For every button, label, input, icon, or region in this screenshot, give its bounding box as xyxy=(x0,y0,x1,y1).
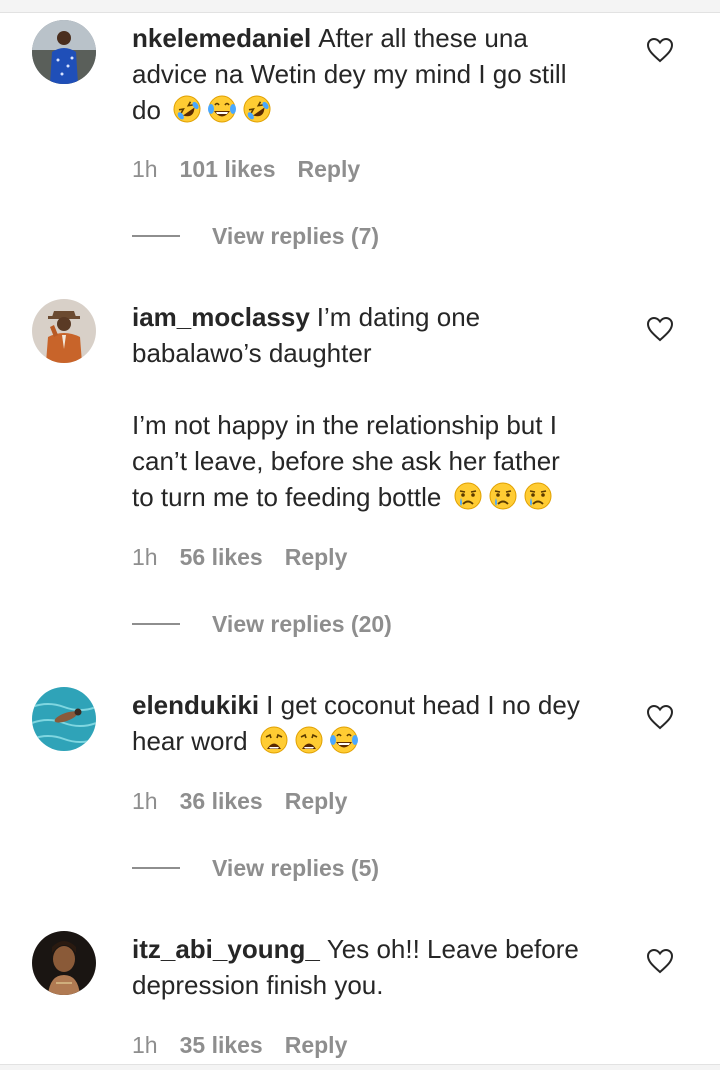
reply-button[interactable]: Reply xyxy=(285,543,348,571)
replies-divider xyxy=(132,235,180,237)
likes-count[interactable]: 36 likes xyxy=(180,787,263,815)
comment-line: to turn me to feeding bottle xyxy=(132,482,442,512)
view-replies-button[interactable]: View replies (5) xyxy=(132,854,379,882)
likes-count[interactable]: 101 likes xyxy=(180,155,276,183)
view-replies-label[interactable]: View replies (20) xyxy=(212,611,392,637)
comment-line: can’t leave, before she ask her father xyxy=(132,446,560,476)
likes-count[interactable]: 35 likes xyxy=(180,1031,263,1059)
face-with-tears-of-joy-icon xyxy=(328,725,360,755)
rolling-on-floor-laughing-icon xyxy=(171,94,203,124)
comment-line: I’m dating one xyxy=(316,302,481,332)
comment-text: iam_moclassy I’m dating one babalawo’s da… xyxy=(132,299,622,515)
bottom-scroll-edge xyxy=(0,1064,720,1070)
timestamp: 1h xyxy=(132,788,158,814)
crying-face-icon xyxy=(487,481,519,511)
crying-face-icon xyxy=(522,481,554,511)
comment-meta: 1h 36 likes Reply xyxy=(132,787,369,815)
weary-face-icon xyxy=(293,725,325,755)
comment-line: I’m not happy in the relationship but I xyxy=(132,410,557,440)
avatar[interactable] xyxy=(32,931,96,995)
avatar[interactable] xyxy=(32,687,96,751)
comment-line: babalawo’s daughter xyxy=(132,338,372,368)
like-heart-icon[interactable] xyxy=(646,948,674,974)
avatar[interactable] xyxy=(32,20,96,84)
comment-text: nkelemedaniel After all these una advice … xyxy=(132,20,622,128)
comment-meta: 1h 56 likes Reply xyxy=(132,543,369,571)
top-scroll-edge xyxy=(0,0,720,13)
like-heart-icon[interactable] xyxy=(646,316,674,342)
reply-button[interactable]: Reply xyxy=(285,1031,348,1059)
comment-line: hear word xyxy=(132,726,248,756)
comment-line: depression finish you. xyxy=(132,970,384,1000)
comment-line: Yes oh!! Leave before xyxy=(326,934,579,964)
comment-line: After all these una xyxy=(318,23,528,53)
timestamp: 1h xyxy=(132,544,158,570)
view-replies-button[interactable]: View replies (20) xyxy=(132,610,392,638)
reply-button[interactable]: Reply xyxy=(298,155,361,183)
rolling-on-floor-laughing-icon xyxy=(241,94,273,124)
replies-divider xyxy=(132,867,180,869)
comment-line: advice na Wetin dey my mind I go still xyxy=(132,59,567,89)
weary-face-icon xyxy=(258,725,290,755)
comment-text: elendukiki I get coconut head I no dey he… xyxy=(132,687,622,759)
comment-line: do xyxy=(132,95,161,125)
reply-button[interactable]: Reply xyxy=(285,787,348,815)
comment-line: I get coconut head I no dey xyxy=(266,690,580,720)
avatar[interactable] xyxy=(32,299,96,363)
like-heart-icon[interactable] xyxy=(646,37,674,63)
username-link[interactable]: nkelemedaniel xyxy=(132,23,311,53)
username-link[interactable]: elendukiki xyxy=(132,690,259,720)
replies-divider xyxy=(132,623,180,625)
comment-meta: 1h 35 likes Reply xyxy=(132,1031,369,1059)
likes-count[interactable]: 56 likes xyxy=(180,543,263,571)
username-link[interactable]: itz_abi_young_ xyxy=(132,934,320,964)
view-replies-label[interactable]: View replies (5) xyxy=(212,855,379,881)
comment-text: itz_abi_young_ Yes oh!! Leave before depr… xyxy=(132,931,622,1003)
view-replies-label[interactable]: View replies (7) xyxy=(212,223,379,249)
face-with-tears-of-joy-icon xyxy=(206,94,238,124)
comment-meta: 1h 101 likes Reply xyxy=(132,155,382,183)
username-link[interactable]: iam_moclassy xyxy=(132,302,310,332)
timestamp: 1h xyxy=(132,1032,158,1058)
crying-face-icon xyxy=(452,481,484,511)
view-replies-button[interactable]: View replies (7) xyxy=(132,222,379,250)
timestamp: 1h xyxy=(132,156,158,182)
like-heart-icon[interactable] xyxy=(646,704,674,730)
